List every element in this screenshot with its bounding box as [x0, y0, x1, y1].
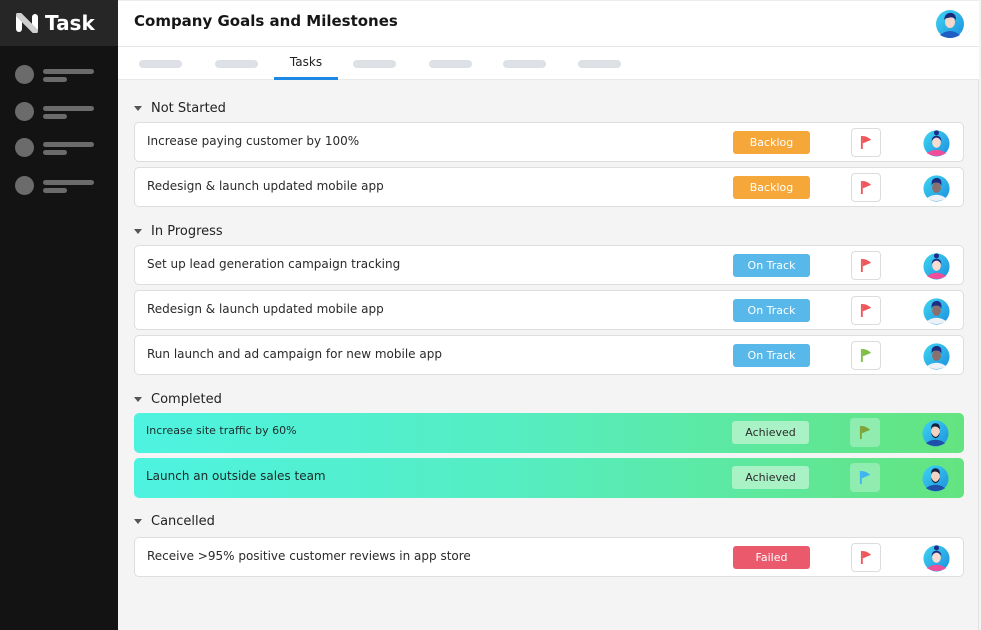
- page-title: Company Goals and Milestones: [134, 12, 398, 30]
- caret-down-icon: [134, 105, 142, 111]
- flag-button[interactable]: [851, 173, 881, 202]
- tab-placeholder-4[interactable]: [353, 60, 396, 68]
- flag-button[interactable]: [851, 128, 881, 157]
- task-title: Redesign & launch updated mobile app: [147, 179, 384, 193]
- flag-icon: [859, 426, 870, 439]
- nav-icon-placeholder: [15, 176, 34, 195]
- task-row[interactable]: Increase site traffic by 60% Achieved: [134, 413, 964, 453]
- nav-icon-placeholder: [15, 102, 34, 121]
- task-title: Increase site traffic by 60%: [146, 424, 297, 437]
- flag-icon: [860, 551, 871, 564]
- n-logo-icon: [16, 13, 38, 33]
- task-title: Launch an outside sales team: [146, 469, 326, 483]
- flag-button[interactable]: [851, 341, 881, 370]
- assignee-avatar-bearded-icon[interactable]: [921, 418, 950, 447]
- flag-icon: [860, 181, 871, 194]
- flag-button[interactable]: [850, 463, 880, 492]
- app-window: Task Company Goals and Milestones Tasks …: [0, 0, 981, 630]
- flag-icon: [860, 259, 871, 272]
- section-header-cancelled[interactable]: Cancelled: [134, 512, 215, 530]
- section-title: In Progress: [151, 223, 223, 239]
- status-badge[interactable]: On Track: [733, 299, 810, 322]
- section-title: Cancelled: [151, 513, 215, 529]
- tab-placeholder-6[interactable]: [503, 60, 546, 68]
- section-title: Completed: [151, 391, 222, 407]
- task-row[interactable]: Redesign & launch updated mobile app On T…: [134, 290, 964, 330]
- nav-label-placeholder: [43, 69, 94, 74]
- status-badge[interactable]: Achieved: [732, 421, 809, 444]
- brand-name: Task: [45, 11, 95, 35]
- tab-tasks[interactable]: Tasks: [274, 47, 338, 80]
- tab-active-indicator: [274, 77, 338, 80]
- flag-button[interactable]: [851, 543, 881, 572]
- assignee-avatar-male-icon[interactable]: [922, 173, 951, 202]
- header: Company Goals and Milestones: [118, 0, 979, 47]
- flag-button[interactable]: [851, 251, 881, 280]
- nav-label-placeholder: [43, 106, 94, 111]
- flag-icon: [859, 471, 870, 484]
- task-row[interactable]: Set up lead generation campaign tracking…: [134, 245, 964, 285]
- nav-sublabel-placeholder: [43, 77, 67, 82]
- section-header-completed[interactable]: Completed: [134, 390, 222, 408]
- task-title: Receive >95% positive customer reviews i…: [147, 549, 471, 563]
- section-title: Not Started: [151, 100, 226, 116]
- section-header-in-progress[interactable]: In Progress: [134, 222, 223, 240]
- tab-placeholder-1[interactable]: [139, 60, 182, 68]
- assignee-avatar-female-icon[interactable]: [922, 543, 951, 572]
- nav-label-placeholder: [43, 142, 94, 147]
- section-header-not-started[interactable]: Not Started: [134, 99, 226, 117]
- task-row[interactable]: Redesign & launch updated mobile app Back…: [134, 167, 964, 207]
- task-title: Set up lead generation campaign tracking: [147, 257, 401, 271]
- status-badge[interactable]: Backlog: [733, 176, 810, 199]
- flag-button[interactable]: [850, 418, 880, 447]
- assignee-avatar-female-icon[interactable]: [922, 251, 951, 280]
- status-badge[interactable]: Backlog: [733, 131, 810, 154]
- flag-button[interactable]: [851, 296, 881, 325]
- tab-bar: Tasks: [118, 47, 979, 80]
- tab-tasks-label: Tasks: [289, 55, 323, 69]
- nav-label-placeholder: [43, 180, 94, 185]
- brand[interactable]: Task: [0, 0, 118, 46]
- sidebar-item-3[interactable]: [15, 138, 95, 158]
- user-avatar-icon[interactable]: [935, 9, 965, 39]
- tab-placeholder-2[interactable]: [215, 60, 258, 68]
- flag-icon: [860, 349, 871, 362]
- caret-down-icon: [134, 518, 142, 524]
- assignee-avatar-male-icon[interactable]: [922, 341, 951, 370]
- assignee-avatar-male-icon[interactable]: [922, 296, 951, 325]
- status-badge[interactable]: Achieved: [732, 466, 809, 489]
- nav-icon-placeholder: [15, 138, 34, 157]
- status-badge[interactable]: On Track: [733, 254, 810, 277]
- sidebar-item-4[interactable]: [15, 176, 95, 196]
- task-title: Redesign & launch updated mobile app: [147, 302, 384, 316]
- status-badge[interactable]: On Track: [733, 344, 810, 367]
- task-title: Run launch and ad campaign for new mobil…: [147, 347, 442, 361]
- task-row[interactable]: Launch an outside sales team Achieved: [134, 458, 964, 498]
- sidebar-item-2[interactable]: [15, 102, 95, 122]
- caret-down-icon: [134, 228, 142, 234]
- tab-placeholder-7[interactable]: [578, 60, 621, 68]
- task-row[interactable]: Run launch and ad campaign for new mobil…: [134, 335, 964, 375]
- nav-icon-placeholder: [15, 65, 34, 84]
- task-row[interactable]: Receive >95% positive customer reviews i…: [134, 537, 964, 577]
- sidebar: Task: [0, 0, 118, 630]
- nav-sublabel-placeholder: [43, 150, 67, 155]
- nav-sublabel-placeholder: [43, 188, 67, 193]
- status-badge[interactable]: Failed: [733, 546, 810, 569]
- nav-sublabel-placeholder: [43, 114, 67, 119]
- sidebar-item-1[interactable]: [15, 65, 95, 85]
- assignee-avatar-bearded-icon[interactable]: [921, 463, 950, 492]
- flag-icon: [860, 304, 871, 317]
- flag-icon: [860, 136, 871, 149]
- task-row[interactable]: Increase paying customer by 100% Backlog: [134, 122, 964, 162]
- caret-down-icon: [134, 396, 142, 402]
- assignee-avatar-female-icon[interactable]: [922, 128, 951, 157]
- tab-placeholder-5[interactable]: [429, 60, 472, 68]
- task-title: Increase paying customer by 100%: [147, 134, 360, 148]
- main-panel: Company Goals and Milestones Tasks Not S…: [118, 0, 979, 630]
